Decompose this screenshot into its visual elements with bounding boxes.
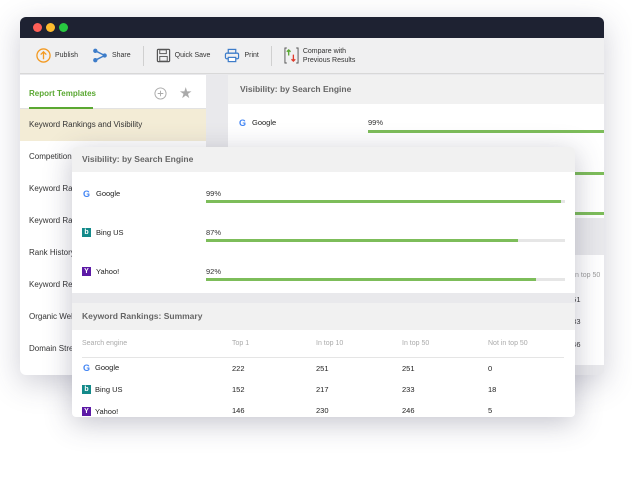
visibility-bar [368, 130, 604, 133]
engine-name: Google [95, 363, 120, 373]
active-tab-indicator [29, 107, 93, 109]
publish-icon [36, 48, 51, 63]
minimize-button[interactable] [46, 23, 55, 32]
visibility-bar [206, 200, 565, 203]
visibility-bar [206, 278, 565, 281]
cell-not50: 0 [488, 363, 493, 373]
share-icon [93, 48, 107, 63]
visibility-row: Y Yahoo! 92% [72, 254, 575, 293]
toolbar: Publish Share Quick Save Print Compare w… [20, 38, 604, 74]
column-header: In top 50 [402, 330, 488, 358]
maximize-button[interactable] [59, 23, 68, 32]
column-header: n top 50 [575, 272, 601, 279]
cell-top50: 246 [402, 406, 415, 416]
print-icon [225, 48, 240, 63]
cell-top10: 251 [316, 363, 329, 373]
visibility-row: b Bing US 87% [72, 215, 575, 254]
engine-name: Bing US [95, 385, 123, 395]
divider [72, 293, 575, 303]
google-icon: G [82, 188, 90, 199]
engine-name: Yahoo! [95, 406, 119, 416]
star-icon[interactable]: ★ [179, 84, 192, 102]
compare-label-1: Compare with [302, 47, 347, 55]
yahoo-icon: Y [82, 406, 91, 416]
column-header: Top 1 [232, 330, 316, 358]
visibility-row: G Google 99% [72, 176, 575, 215]
compare-button[interactable]: Compare with Previous Results [280, 47, 360, 65]
table-row: G Google 222 251 251 0 [82, 357, 564, 379]
table-row: b Bing US 152 217 233 18 [82, 379, 564, 401]
cell-top10: 217 [316, 384, 329, 394]
google-icon: G [82, 362, 90, 373]
tab-report-templates[interactable]: Report Templates [29, 89, 96, 98]
visibility-percent: 99% [206, 189, 222, 198]
column-header: Search engine [82, 330, 232, 358]
visibility-bar-fill [206, 200, 562, 203]
share-button[interactable]: Share [88, 48, 135, 63]
report-preview-card: Visibility: by Search Engine G Google 99%… [72, 147, 575, 417]
divider [142, 45, 144, 66]
column-header: Not in top 50 [488, 330, 564, 358]
summary-title: Keyword Rankings: Summary [72, 303, 575, 330]
cell-top50: 251 [402, 363, 415, 373]
close-button[interactable] [33, 23, 42, 32]
cell-top1: 152 [232, 384, 245, 394]
yahoo-icon: Y [82, 267, 91, 276]
google-icon: G [238, 117, 246, 128]
cell-not50: 5 [488, 406, 493, 416]
quick-save-button[interactable]: Quick Save [152, 48, 215, 63]
cell-top1: 222 [232, 363, 245, 373]
cell-top50: 233 [402, 384, 415, 394]
publish-label: Publish [55, 52, 78, 59]
compare-label-2: Previous Results [302, 56, 356, 64]
engine-name: Yahoo! [96, 267, 120, 276]
panel-title: Visibility: by Search Engine [228, 75, 604, 104]
column-header: In top 10 [316, 330, 402, 358]
divider [270, 45, 272, 66]
cell-top10: 230 [316, 406, 329, 416]
compare-icon [284, 47, 299, 64]
publish-button[interactable]: Publish [32, 48, 82, 63]
bing-icon: b [82, 385, 91, 395]
save-icon [156, 48, 170, 63]
print-label: Print [244, 52, 259, 59]
cell-not50: 18 [488, 384, 497, 394]
engine-name: Google [252, 118, 277, 127]
summary-table: Search engine Top 1 In top 10 In top 50 … [82, 330, 564, 417]
table-row: Y Yahoo! 146 230 246 5 [82, 400, 564, 417]
print-button[interactable]: Print [220, 48, 262, 63]
visibility-percent: 87% [206, 228, 222, 237]
bing-icon: b [82, 228, 91, 237]
visibility-percent: 92% [206, 267, 222, 276]
visibility-bar-fill [206, 239, 519, 242]
engine-name: Google [96, 189, 121, 198]
quick-save-label: Quick Save [174, 52, 211, 59]
visibility-title: Visibility: by Search Engine [72, 147, 575, 172]
title-bar [20, 17, 604, 38]
visibility-percent: 99% [368, 118, 384, 127]
visibility-bar-fill [206, 278, 537, 281]
add-icon[interactable] [154, 87, 167, 100]
cell-top1: 146 [232, 406, 245, 416]
share-label: Share [111, 52, 131, 59]
engine-name: Bing US [96, 228, 124, 237]
visibility-bar [206, 239, 565, 242]
sidebar-item[interactable]: Keyword Rankings and Visibility [20, 109, 206, 141]
